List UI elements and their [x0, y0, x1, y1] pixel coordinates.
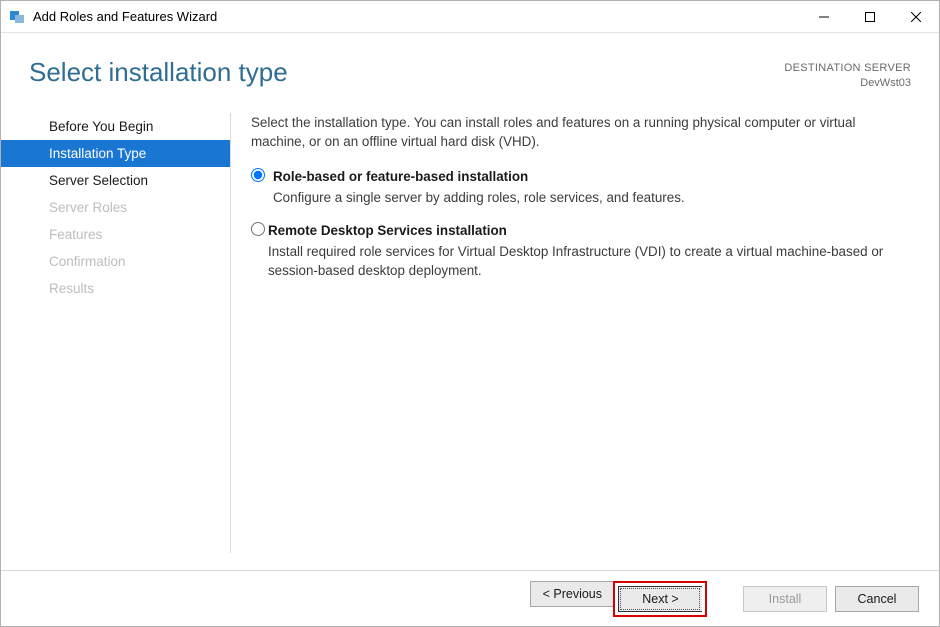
- destination-label: DESTINATION SERVER: [784, 61, 911, 76]
- next-button[interactable]: Next >: [618, 586, 702, 612]
- step-confirmation: Confirmation: [1, 248, 230, 275]
- cancel-button[interactable]: Cancel: [835, 586, 919, 612]
- install-button: Install: [743, 586, 827, 612]
- page-header: Select installation type DESTINATION SER…: [1, 33, 939, 99]
- destination-server: DevWst03: [784, 76, 911, 91]
- option-role-based[interactable]: Role-based or feature-based installation…: [251, 167, 911, 207]
- wizard-steps-sidebar: Before You Begin Installation Type Serve…: [1, 113, 231, 553]
- step-features: Features: [1, 221, 230, 248]
- step-server-roles: Server Roles: [1, 194, 230, 221]
- intro-text: Select the installation type. You can in…: [251, 113, 911, 151]
- option-role-based-title: Role-based or feature-based installation: [273, 167, 685, 186]
- step-installation-type[interactable]: Installation Type: [1, 140, 230, 167]
- destination-block: DESTINATION SERVER DevWst03: [784, 57, 911, 91]
- content-area: Select the installation type. You can in…: [231, 113, 911, 570]
- maximize-button[interactable]: [847, 1, 893, 32]
- radio-role-based[interactable]: [251, 168, 265, 182]
- app-icon: [9, 9, 25, 25]
- option-rds-desc: Install required role services for Virtu…: [268, 242, 911, 280]
- wizard-footer: < Previous Next > Install Cancel: [1, 570, 939, 626]
- option-rds-title: Remote Desktop Services installation: [268, 221, 911, 240]
- radio-rds[interactable]: [251, 222, 265, 236]
- close-button[interactable]: [893, 1, 939, 32]
- option-role-based-desc: Configure a single server by adding role…: [273, 188, 685, 207]
- step-before-you-begin[interactable]: Before You Begin: [1, 113, 230, 140]
- step-server-selection[interactable]: Server Selection: [1, 167, 230, 194]
- next-button-highlight: Next >: [613, 581, 707, 617]
- previous-button[interactable]: < Previous: [530, 581, 614, 607]
- step-results: Results: [1, 275, 230, 302]
- option-rds[interactable]: Remote Desktop Services installation Ins…: [251, 221, 911, 280]
- titlebar: Add Roles and Features Wizard: [1, 1, 939, 33]
- page-title: Select installation type: [29, 57, 784, 88]
- window-title: Add Roles and Features Wizard: [33, 9, 801, 24]
- minimize-button[interactable]: [801, 1, 847, 32]
